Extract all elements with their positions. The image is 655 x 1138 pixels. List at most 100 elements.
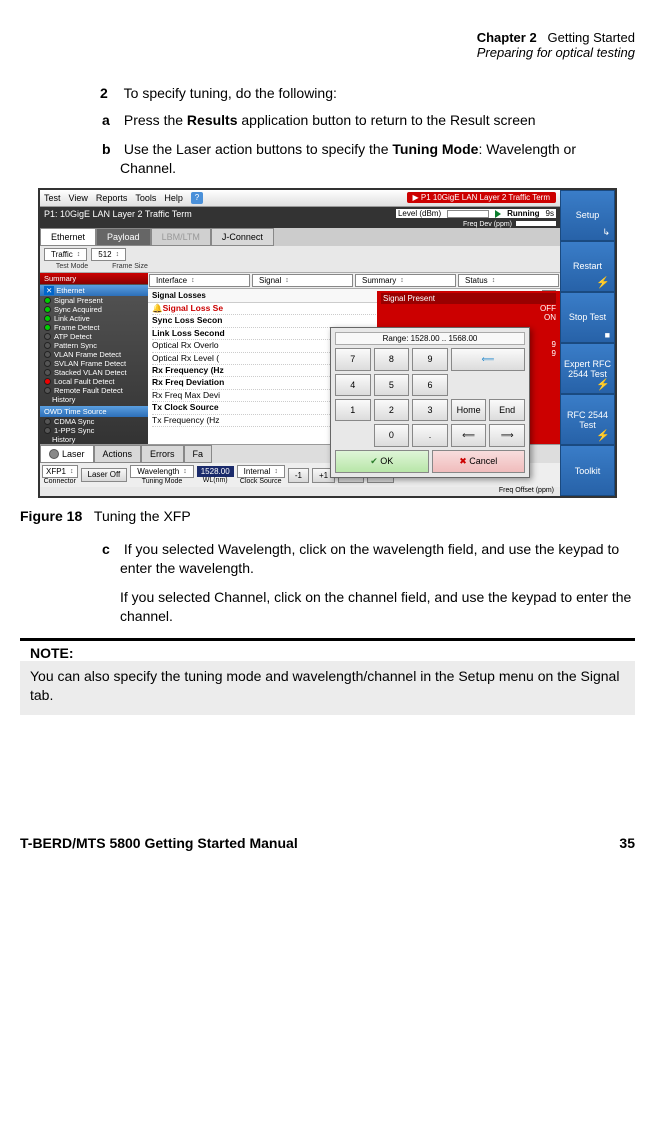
app-screenshot: Test View Reports Tools Help ? ▶ P1 10Gi… xyxy=(38,188,617,499)
key-backspace[interactable]: ⟸ xyxy=(451,348,525,371)
led-icon xyxy=(44,351,51,358)
led-icon xyxy=(44,342,51,349)
substep-c-extra: If you selected Channel, click on the ch… xyxy=(120,588,635,626)
runner-pill: ▶ P1 10GigE LAN Layer 2 Traffic Term xyxy=(407,192,556,203)
help-icon[interactable]: ? xyxy=(191,192,203,204)
section-subtitle: Preparing for optical testing xyxy=(477,45,635,60)
side-stop[interactable]: Stop Test■ xyxy=(560,292,615,343)
key-1[interactable]: 1 xyxy=(335,399,371,421)
tree-ethernet-hdr[interactable]: ✕Ethernet xyxy=(40,285,148,296)
keypad-range: Range: 1528.00 .. 1568.00 xyxy=(335,332,525,345)
key-0[interactable]: 0 xyxy=(374,424,410,447)
key-dot[interactable]: . xyxy=(412,424,448,447)
menu-view[interactable]: View xyxy=(69,193,88,203)
arrow-icon: ↳ xyxy=(602,227,610,238)
tuning-mode-label: Tuning Mode xyxy=(130,478,193,485)
sel-signal[interactable]: Signal xyxy=(252,274,353,287)
tree-item: Remote Fault Detect xyxy=(40,386,148,395)
tree-item: ATP Detect xyxy=(40,332,148,341)
protocol-tabs: Ethernet Payload LBM/LTM J-Connect xyxy=(40,228,560,246)
tree-owd-hdr[interactable]: OWD Time Source xyxy=(40,406,148,417)
key-5[interactable]: 5 xyxy=(374,374,410,396)
select-framesize[interactable]: 512 xyxy=(91,248,126,261)
led-icon xyxy=(44,369,51,376)
btn-minus-1[interactable]: -1 xyxy=(288,468,309,483)
led-icon xyxy=(44,297,51,304)
sel-status[interactable]: Status xyxy=(458,274,559,287)
tree-item: SVLAN Frame Detect xyxy=(40,359,148,368)
config-captions: Test Mode Frame Size xyxy=(40,263,560,272)
chapter-title-text: Getting Started xyxy=(548,30,635,45)
key-2[interactable]: 2 xyxy=(374,399,410,421)
key-3[interactable]: 3 xyxy=(412,399,448,421)
substep-c-letter: c xyxy=(102,540,120,559)
side-actions: Setup↳ Restart⚡ Stop Test■ Expert RFC 25… xyxy=(560,190,615,497)
connector-label: Connector xyxy=(42,478,78,485)
wavelength-caption: WL(nm) xyxy=(197,477,234,484)
title-bar: P1: 10GigE LAN Layer 2 Traffic Term Leve… xyxy=(40,207,560,221)
substep-a: a Press the Results application button t… xyxy=(120,111,635,130)
title-text: P1: 10GigE LAN Layer 2 Traffic Term xyxy=(44,209,192,219)
elapsed-time: 9s xyxy=(546,209,554,218)
footer-page: 35 xyxy=(619,835,635,851)
tree-summary[interactable]: Summary xyxy=(40,273,148,284)
led-icon xyxy=(44,378,51,385)
key-end[interactable]: End xyxy=(489,399,525,421)
key-ok[interactable]: ✔ OK xyxy=(335,450,429,473)
side-setup[interactable]: Setup↳ xyxy=(560,190,615,241)
tree-item: 1-PPS Sync xyxy=(40,426,148,435)
level-label: Level (dBm) xyxy=(398,209,441,218)
numeric-keypad: Range: 1528.00 .. 1568.00 7 8 9 ⟸ 4 5 6 … xyxy=(330,327,530,478)
bolt-icon: ⚡ xyxy=(596,429,610,442)
chapter-title xyxy=(540,30,547,45)
sel-clock-source[interactable]: Internal xyxy=(237,465,285,478)
substep-c: c If you selected Wavelength, click on t… xyxy=(120,540,635,578)
clock-source-label: Clock Source xyxy=(237,478,285,485)
laser-off-button[interactable]: Laser Off xyxy=(81,468,128,482)
menu-tools[interactable]: Tools xyxy=(135,193,156,203)
sel-summary[interactable]: Summary xyxy=(355,274,456,287)
led-icon xyxy=(44,324,51,331)
wavelength-field[interactable]: 1528.00 xyxy=(197,466,234,477)
side-toolkit[interactable]: Toolkit xyxy=(560,445,615,496)
menu-reports[interactable]: Reports xyxy=(96,193,128,203)
sel-tuning-mode[interactable]: Wavelength xyxy=(130,465,193,478)
menu-help[interactable]: Help xyxy=(164,193,183,203)
level-bar xyxy=(447,210,489,218)
results-tree[interactable]: Summary ✕Ethernet Signal Present Sync Ac… xyxy=(40,273,148,444)
menu-test[interactable]: Test xyxy=(44,193,61,203)
content-panel: Interface Signal Summary Status Signal L… xyxy=(148,273,560,444)
sel-xfp[interactable]: XFP1 xyxy=(42,465,78,478)
tab-payload[interactable]: Payload xyxy=(96,228,151,246)
side-restart[interactable]: Restart⚡ xyxy=(560,241,615,292)
sel-interface[interactable]: Interface xyxy=(149,274,250,287)
tree-item: Stacked VLAN Detect xyxy=(40,368,148,377)
tab-fa[interactable]: Fa xyxy=(184,445,213,464)
key-cancel[interactable]: ✖ Cancel xyxy=(432,450,526,473)
alarm-off: OFF xyxy=(381,304,556,313)
side-rfc[interactable]: RFC 2544 Test⚡ xyxy=(560,394,615,445)
figure-label: Figure 18 xyxy=(20,508,82,524)
laser-led-icon xyxy=(49,449,59,459)
key-7[interactable]: 7 xyxy=(335,348,371,371)
tab-actions[interactable]: Actions xyxy=(94,445,142,464)
side-expert-rfc[interactable]: Expert RFC 2544 Test⚡ xyxy=(560,343,615,394)
tab-ethernet[interactable]: Ethernet xyxy=(40,228,96,246)
tab-laser[interactable]: Laser xyxy=(40,445,94,464)
tab-errors[interactable]: Errors xyxy=(141,445,184,464)
cap-framesize: Frame Size xyxy=(100,263,160,270)
key-9[interactable]: 9 xyxy=(412,348,448,371)
tree-item: Pattern Sync xyxy=(40,341,148,350)
close-x-icon[interactable]: ✕ xyxy=(44,286,54,295)
select-testmode[interactable]: Traffic xyxy=(44,248,87,261)
key-home[interactable]: Home xyxy=(451,399,487,421)
key-8[interactable]: 8 xyxy=(374,348,410,371)
key-4[interactable]: 4 xyxy=(335,374,371,396)
key-right[interactable]: ⟹ xyxy=(489,424,525,447)
key-6[interactable]: 6 xyxy=(412,374,448,396)
step-number: 2 xyxy=(100,85,120,101)
key-left[interactable]: ⟸ xyxy=(451,424,487,447)
main-area: Summary ✕Ethernet Signal Present Sync Ac… xyxy=(40,272,560,444)
tab-lbm[interactable]: LBM/LTM xyxy=(151,228,211,246)
tab-jconnect[interactable]: J-Connect xyxy=(211,228,274,246)
